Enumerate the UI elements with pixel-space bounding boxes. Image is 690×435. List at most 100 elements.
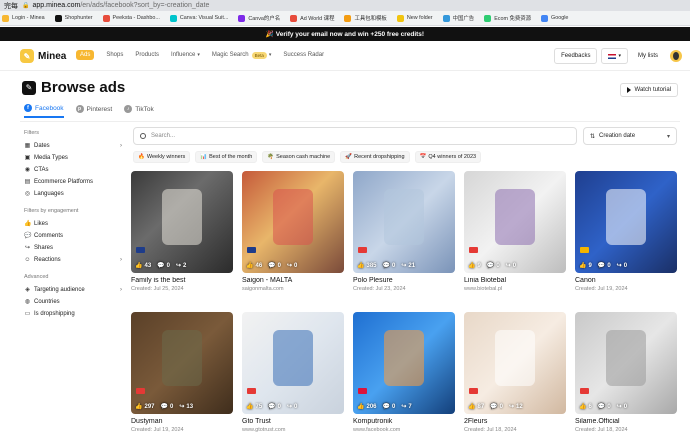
bookmark-label: New folder: [406, 15, 433, 21]
nav-success-radar[interactable]: Success Radar: [283, 52, 324, 58]
avatar[interactable]: [670, 50, 682, 62]
platform-badge-icon: [580, 247, 589, 253]
ad-title[interactable]: 2Fleurs: [464, 418, 566, 425]
ad-title[interactable]: Saigon - MALTA: [242, 277, 344, 284]
ad-title[interactable]: Komputronik: [353, 418, 455, 425]
ad-title[interactable]: Polo Plesure: [353, 277, 455, 284]
beta-badge: Beta: [251, 51, 267, 59]
ad-thumbnail[interactable]: 👍 206 💬 0 ↪ 7: [353, 312, 455, 414]
nav-label: Influence: [171, 52, 196, 58]
bookmark-item[interactable]: Login - Minea: [2, 14, 45, 22]
ad-card[interactable]: 👍 297 💬 0 ↪ 13 Dustyman Created: Jul 19, 2024: [131, 312, 233, 433]
ad-thumbnail[interactable]: 👍 9 💬 0 ↪ 0: [575, 171, 677, 273]
chip-weekly-winners[interactable]: 🔥 Weekly winners: [133, 151, 191, 163]
ad-thumbnail[interactable]: 👍 385 💬 0 ↪ 21: [353, 171, 455, 273]
nav-products[interactable]: Products: [135, 52, 159, 58]
minea-logo[interactable]: ✎ Minea: [20, 49, 66, 63]
bookmark-item[interactable]: Google: [541, 14, 568, 22]
verify-banner[interactable]: 🎉 Verify your email now and win +250 fre…: [0, 27, 690, 41]
ad-card[interactable]: 👍 46 💬 0 ↪ 0 Saigon - MALTA saigonmalta.com: [242, 171, 344, 292]
sidebar-item-targeting-audience[interactable]: ◈ Targeting audience ›: [24, 284, 124, 296]
bookmark-item[interactable]: Ad World 课程: [290, 14, 334, 22]
shares-icon: ↪: [179, 404, 185, 410]
engagement-heading: Filters by engagement: [24, 208, 79, 214]
nav-magic-search[interactable]: Magic Search Beta ▾: [211, 51, 271, 59]
ad-card[interactable]: 👍 206 💬 0 ↪ 7 Komputronik www.facebook.com: [353, 312, 455, 433]
bookmark-label: 中国广告: [452, 16, 475, 22]
nav-label: Magic Search: [211, 52, 249, 58]
ad-title[interactable]: Dustyman: [131, 418, 233, 425]
sidebar-item-label: Is dropshipping: [34, 311, 75, 317]
sidebar-item-dates[interactable]: ▦ Dates ›: [24, 140, 124, 152]
ad-card[interactable]: 👍 6 💬 0 ↪ 0 Silame.Official Created: Jul 18, 20…: [575, 312, 677, 433]
nav-ads[interactable]: Ads: [76, 50, 95, 60]
bookmark-item[interactable]: 中国广告: [442, 14, 475, 22]
sidebar-item-is-dropshipping[interactable]: ▭ Is dropshipping: [24, 308, 124, 320]
ad-thumbnail[interactable]: 👍 6 💬 0 ↪ 0: [575, 312, 677, 414]
tab-pinterest[interactable]: p Pinterest: [75, 104, 112, 118]
language-selector[interactable]: ▾: [601, 48, 628, 64]
ad-thumbnail[interactable]: 👍 43 💬 0 ↪ 2: [131, 171, 233, 273]
ad-title[interactable]: Family is the best: [131, 277, 233, 284]
ad-card[interactable]: 👍 87 💬 0 ↪ 12 2Fleurs Created: Jul 18, 2024: [464, 312, 566, 433]
chip-q4-winners-of-2023[interactable]: 📅 Q4 winners of 2023: [414, 151, 482, 163]
stat-value: 21: [408, 262, 416, 269]
ad-thumbnail[interactable]: 👍 9 💬 0 ↪ 0: [464, 171, 566, 273]
ad-thumbnail[interactable]: 👍 46 💬 0 ↪ 0: [242, 171, 344, 273]
sidebar-item-label: Comments: [34, 233, 64, 239]
sidebar-item-ecommerce-platforms[interactable]: ▤ Ecommerce Platforms: [24, 176, 124, 188]
ad-card[interactable]: 👍 385 💬 0 ↪ 21 Polo Plesure Created: Jul 23, 20…: [353, 171, 455, 292]
stat-comments: 💬 0: [487, 262, 500, 270]
sidebar-item-countries[interactable]: ◍ Countries: [24, 296, 124, 308]
ad-thumbnail[interactable]: 👍 297 💬 0 ↪ 13: [131, 312, 233, 414]
ad-title[interactable]: Gto Trust: [242, 418, 344, 425]
bookmark-item[interactable]: Peeksta - Dashbo...: [102, 14, 160, 22]
ad-thumbnail[interactable]: 👍 87 💬 0 ↪ 12: [464, 312, 566, 414]
tab-title-fragment: 完每: [4, 2, 18, 10]
address-bar[interactable]: 完每 🔒 app.minea.com /en/ads/facebook?sort…: [0, 0, 690, 11]
ad-title[interactable]: Canon: [575, 277, 677, 284]
ad-card[interactable]: 👍 43 💬 0 ↪ 2 Family is the best Created: Jul 25…: [131, 171, 233, 292]
stat-comments: 💬 0: [383, 262, 396, 270]
stat-value: 0: [391, 262, 396, 269]
bookmark-item[interactable]: Canva的户名: [238, 14, 280, 22]
tab-facebook[interactable]: f Facebook: [24, 104, 64, 118]
sidebar-item-reactions[interactable]: ☺ Reactions ›: [24, 254, 124, 266]
stat-shares: ↪ 21: [401, 262, 416, 270]
lock-icon: 🔒: [22, 3, 30, 9]
sidebar-item-shares[interactable]: ↪ Shares: [24, 242, 124, 254]
sort-select[interactable]: ⇅ Creation date ▾: [583, 127, 677, 145]
chip-best-of-the-month[interactable]: 📊 Best of the month: [195, 151, 258, 163]
ad-card[interactable]: 👍 9 💬 0 ↪ 0 Canon Created: Jul 19, 2024: [575, 171, 677, 292]
chip-season-cash-machine[interactable]: 🌴 Season cash machine: [262, 151, 336, 163]
sidebar-item-languages[interactable]: ◎ Languages: [24, 188, 124, 200]
platform-badge-icon: [358, 388, 367, 394]
sidebar-item-label: Dates: [34, 143, 50, 149]
sidebar-item-media-types[interactable]: ▣ Media Types: [24, 152, 124, 164]
ad-title[interactable]: Silame.Official: [575, 418, 677, 425]
stat-likes: 👍 87: [468, 403, 484, 411]
sidebar-item-ctas[interactable]: ◉ CTAs: [24, 164, 124, 176]
media-types-icon: ▣: [24, 155, 31, 161]
watch-tutorial-button[interactable]: Watch tutorial: [619, 83, 678, 97]
tab-tiktok[interactable]: ♪ TikTok: [124, 104, 154, 118]
bookmark-item[interactable]: New folder: [396, 14, 433, 22]
nav-shops[interactable]: Shops: [106, 52, 123, 58]
ad-card[interactable]: 👍 9 💬 0 ↪ 0 Linia Biotebal www.biotebal.pl: [464, 171, 566, 292]
bookmark-item[interactable]: 工具包和模板: [344, 14, 387, 22]
ad-card[interactable]: 👍 75 💬 0 ↪ 0 Gto Trust www.gtotrust.com: [242, 312, 344, 433]
bookmark-item[interactable]: Ecom 免费资源: [484, 14, 531, 22]
stat-value: 0: [166, 262, 170, 269]
ad-title[interactable]: Linia Biotebal: [464, 277, 566, 284]
search-input[interactable]: Search...: [133, 127, 577, 145]
chip-recent-dropshipping[interactable]: 🚀 Recent dropshipping: [340, 151, 410, 163]
sidebar-item-likes[interactable]: 👍 Likes: [24, 218, 124, 230]
my-lists-button[interactable]: My lists: [632, 49, 664, 63]
ad-thumbnail[interactable]: 👍 75 💬 0 ↪ 0: [242, 312, 344, 414]
bookmark-item[interactable]: Shophunter: [54, 14, 93, 22]
sidebar-item-comments[interactable]: 💬 Comments: [24, 230, 124, 242]
nav-influence[interactable]: Influence ▾: [171, 52, 200, 58]
page-title: ✎ Browse ads: [22, 79, 125, 96]
bookmark-item[interactable]: Canva: Visual Suit...: [169, 14, 228, 22]
feedbacks-button[interactable]: Feedbacks: [554, 48, 598, 64]
